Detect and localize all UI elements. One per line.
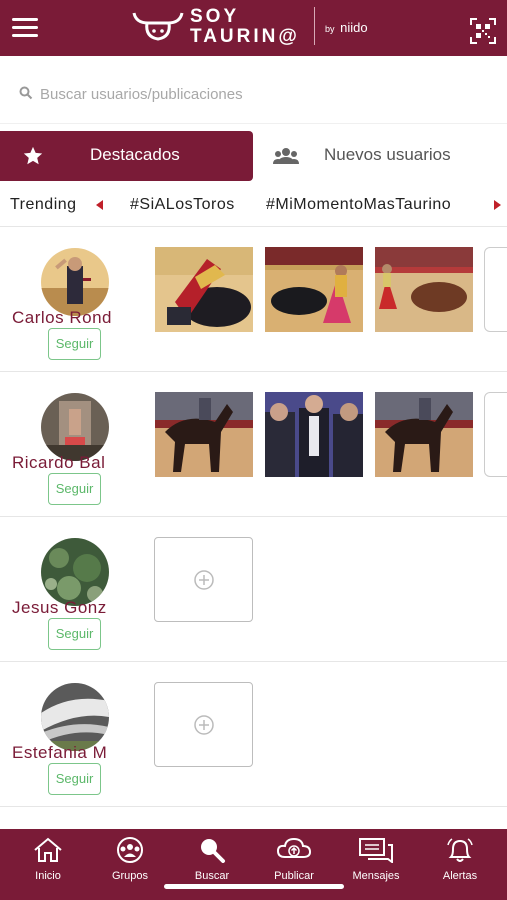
tab-nuevos-usuarios[interactable]: Nuevos usuarios (253, 131, 507, 181)
home-icon (34, 837, 62, 862)
tab-destacados[interactable]: Destacados (0, 131, 253, 181)
hamburger-menu-icon[interactable] (12, 18, 38, 38)
logo-line2: TAURIN@ (190, 26, 300, 47)
scroll-left-arrow-icon[interactable] (96, 200, 103, 210)
nav-publicar[interactable]: Publicar (254, 837, 334, 882)
user-row: Carlos Rond Seguir (0, 226, 507, 371)
tab-bar: Destacados Nuevos usuarios (0, 131, 507, 181)
search-bar (0, 62, 507, 124)
bell-icon (447, 838, 473, 862)
groups-icon (117, 837, 143, 863)
user-name[interactable]: Jesus Gonz (12, 598, 124, 618)
post-thumbnail[interactable] (155, 247, 253, 332)
nav-mensajes[interactable]: Mensajes (336, 837, 416, 882)
user-row: Estefania M Seguir (0, 661, 507, 806)
scroll-right-arrow-icon[interactable] (494, 200, 501, 210)
top-app-bar: SOY TAURIN@ by niido (0, 0, 507, 56)
user-row (0, 806, 507, 829)
home-indicator[interactable] (164, 884, 344, 889)
post-thumbnail[interactable] (265, 247, 363, 332)
more-posts-thumbnail[interactable] (484, 247, 507, 332)
tab-nuevos-usuarios-label: Nuevos usuarios (324, 145, 451, 164)
trending-tag[interactable]: #MiMomentoMasTaurino (266, 196, 451, 214)
messages-icon (359, 838, 393, 864)
avatar[interactable] (41, 538, 109, 606)
follow-button[interactable]: Seguir (48, 473, 101, 505)
follow-button[interactable]: Seguir (48, 618, 101, 650)
add-circle-icon (194, 715, 214, 735)
post-thumbnail[interactable] (375, 247, 473, 332)
nav-inicio-label: Inicio (35, 870, 61, 882)
trending-label: Trending (10, 196, 77, 213)
more-posts-thumbnail[interactable] (484, 392, 507, 477)
logo-by: by (325, 24, 335, 34)
logo-line1: SOY (190, 6, 240, 27)
user-row: Jesus Gonz Seguir (0, 516, 507, 661)
user-row: Ricardo Bal Seguir (0, 371, 507, 516)
upload-cloud-icon (276, 837, 312, 858)
search-icon (201, 839, 225, 863)
follow-button[interactable]: Seguir (48, 763, 101, 795)
post-thumbnail[interactable] (155, 392, 253, 477)
follow-button[interactable]: Seguir (48, 328, 101, 360)
nav-alertas-label: Alertas (442, 870, 478, 882)
trending-bar: Trending #SiALosToros #MiMomentoMasTauri… (0, 192, 507, 220)
nav-alertas[interactable]: Alertas (420, 837, 500, 882)
search-input[interactable] (40, 82, 480, 106)
logo-divider (314, 7, 315, 45)
bull-logo-icon (132, 12, 184, 41)
user-name[interactable]: Estefania M (12, 743, 124, 763)
nav-grupos-label: Grupos (111, 870, 149, 882)
tab-destacados-label: Destacados (90, 145, 180, 164)
empty-post-placeholder[interactable] (154, 537, 253, 622)
post-thumbnail[interactable] (375, 392, 473, 477)
post-thumbnail[interactable] (265, 392, 363, 477)
add-circle-icon (194, 570, 214, 590)
nav-grupos[interactable]: Grupos (90, 837, 170, 882)
qr-code-icon[interactable] (470, 18, 496, 44)
trending-tag[interactable]: #SiALosToros (130, 196, 235, 214)
avatar[interactable] (41, 248, 109, 316)
logo-brand: niido (340, 20, 368, 35)
nav-mensajes-label: Mensajes (352, 870, 400, 882)
avatar[interactable] (41, 393, 109, 461)
bottom-navigation: Inicio Grupos Buscar Publicar Mensajes A… (0, 829, 507, 900)
nav-buscar[interactable]: Buscar (172, 837, 252, 882)
people-icon (273, 148, 299, 164)
empty-post-placeholder[interactable] (154, 682, 253, 767)
search-icon (19, 86, 33, 100)
nav-inicio[interactable]: Inicio (8, 837, 88, 882)
user-name[interactable]: Ricardo Bal (12, 453, 124, 473)
avatar[interactable] (41, 683, 109, 751)
user-name[interactable]: Carlos Rond (12, 308, 124, 328)
nav-publicar-label: Publicar (274, 870, 314, 882)
app-logo: SOY TAURIN@ by niido (130, 5, 380, 51)
star-icon (23, 146, 43, 165)
nav-buscar-label: Buscar (194, 870, 230, 882)
